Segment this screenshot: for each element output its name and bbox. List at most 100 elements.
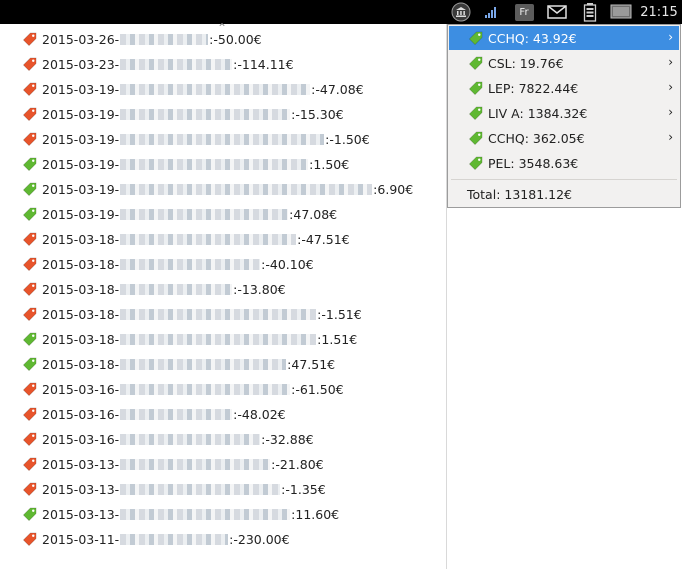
account-tag-icon (468, 31, 488, 46)
debit-tag-icon (22, 57, 42, 72)
transaction-amount: -13.80€ (237, 281, 286, 297)
account-menu-item[interactable]: LIV A: 1384.32€ › (449, 101, 679, 125)
redacted-description (120, 308, 317, 320)
transaction-item[interactable]: 2015-03-18 - : 1.51€ (22, 327, 357, 351)
account-menu-item[interactable]: CCHQ: 362.05€ › (449, 126, 679, 150)
transaction-date: 2015-03-16 (42, 431, 115, 447)
transaction-amount: -114.11€ (237, 56, 294, 72)
transaction-amount: -61.50€ (295, 381, 344, 397)
display-icon[interactable] (609, 0, 633, 24)
separator: - (114, 331, 120, 347)
debit-tag-icon (22, 457, 42, 472)
top-panel: Fr 21:15 (0, 0, 682, 24)
transaction-date: 2015-03-11 (42, 531, 115, 547)
debit-tag-icon (22, 432, 42, 447)
network-signal-icon[interactable] (481, 0, 503, 24)
redacted-description (120, 233, 297, 245)
desktop-background (447, 208, 682, 569)
credit-tag-icon (22, 332, 42, 347)
debit-tag-icon (22, 307, 42, 322)
account-label: PEL: 3548.63€ (488, 155, 579, 171)
transaction-date: 2015-03-19 (42, 156, 115, 172)
separator: - (114, 231, 120, 247)
transaction-item[interactable]: 2015-03-18 - : 47.51€ (22, 352, 335, 376)
keyboard-layout-icon[interactable]: Fr (513, 0, 535, 24)
transaction-amount: -47.08€ (315, 81, 364, 97)
transaction-item[interactable]: 2015-03-23 - : -114.11€ (22, 52, 294, 76)
separator: - (114, 306, 120, 322)
account-menu-item[interactable]: CCHQ: 43.92€ › (449, 26, 679, 50)
transaction-amount: -1.35€ (285, 481, 326, 497)
account-menu-item[interactable]: CSL: 19.76€ › (449, 51, 679, 75)
transaction-item[interactable]: 2015-03-19 - : -15.30€ (22, 102, 344, 126)
redacted-description (120, 33, 209, 45)
separator: - (114, 456, 120, 472)
transaction-amount: -21.80€ (275, 456, 324, 472)
transaction-date: 2015-03-16 (42, 381, 115, 397)
redacted-description (120, 408, 233, 420)
bank-icon[interactable] (449, 0, 473, 24)
debit-tag-icon (22, 382, 42, 397)
transaction-item[interactable]: 2015-03-19 - : 47.08€ (22, 202, 337, 226)
credit-tag-icon (22, 357, 42, 372)
transaction-item[interactable]: 2015-03-19 - : -47.08€ (22, 77, 364, 101)
redacted-description (120, 283, 233, 295)
mail-icon[interactable] (545, 0, 569, 24)
clock[interactable]: 21:15 (639, 0, 679, 24)
debit-tag-icon (22, 482, 42, 497)
transaction-amount: -50.00€ (213, 31, 262, 47)
menu-separator (451, 179, 677, 180)
transaction-item[interactable]: 2015-03-16 - : -48.02€ (22, 402, 286, 426)
transaction-item[interactable]: 2015-03-16 - : -61.50€ (22, 377, 344, 401)
transaction-item[interactable]: 2015-03-19 - : 1.50€ (22, 152, 349, 176)
transaction-item[interactable]: 2015-03-19 - : 6.90€ (22, 177, 413, 201)
keyboard-layout-label: Fr (514, 3, 534, 21)
submenu-arrow-icon: › (668, 130, 673, 144)
submenu-arrow-icon: › (668, 80, 673, 94)
redacted-description (120, 533, 229, 545)
debit-tag-icon (22, 232, 42, 247)
transaction-item[interactable]: 2015-03-18 - : -47.51€ (22, 227, 350, 251)
transaction-amount: -1.51€ (321, 306, 362, 322)
separator: - (114, 431, 120, 447)
debit-tag-icon (22, 132, 42, 147)
transactions-menu: ⌃ 2015-03-26 - : -50.00€ 2015-03-23 - : -… (0, 22, 447, 569)
transaction-item[interactable]: 2015-03-18 - : -40.10€ (22, 252, 314, 276)
separator: - (114, 481, 120, 497)
transaction-date: 2015-03-13 (42, 506, 115, 522)
separator: - (114, 181, 120, 197)
transaction-date: 2015-03-18 (42, 306, 115, 322)
transaction-date: 2015-03-19 (42, 181, 115, 197)
transaction-item[interactable]: 2015-03-13 - : -1.35€ (22, 477, 326, 501)
credit-tag-icon (22, 507, 42, 522)
debit-tag-icon (22, 532, 42, 547)
redacted-description (120, 208, 289, 220)
transaction-item[interactable]: 2015-03-13 - : -21.80€ (22, 452, 324, 476)
transaction-item[interactable]: 2015-03-13 - : 11.60€ (22, 502, 339, 526)
redacted-description (120, 433, 261, 445)
account-tag-icon (468, 131, 488, 146)
separator: - (114, 106, 120, 122)
transaction-item[interactable]: 2015-03-16 - : -32.88€ (22, 427, 314, 451)
account-tag-icon (468, 156, 488, 171)
transaction-item[interactable]: 2015-03-11 - : -230.00€ (22, 527, 290, 551)
transaction-amount: 11.60€ (295, 506, 340, 522)
separator: - (114, 506, 120, 522)
transaction-item[interactable]: 2015-03-26 - : -50.00€ (22, 27, 262, 51)
transaction-date: 2015-03-19 (42, 131, 115, 147)
account-label: LEP: 7822.44€ (488, 80, 579, 96)
account-menu-item[interactable]: PEL: 3548.63€ (449, 151, 679, 175)
separator: - (114, 156, 120, 172)
transaction-amount: -48.02€ (237, 406, 286, 422)
transaction-item[interactable]: 2015-03-18 - : -13.80€ (22, 277, 286, 301)
transaction-item[interactable]: 2015-03-18 - : -1.51€ (22, 302, 362, 326)
separator: - (114, 256, 120, 272)
transaction-amount: -40.10€ (265, 256, 314, 272)
transaction-amount: -32.88€ (265, 431, 314, 447)
transaction-amount: -47.51€ (301, 231, 350, 247)
transaction-item[interactable]: 2015-03-19 - : -1.50€ (22, 127, 370, 151)
battery-icon[interactable] (579, 0, 601, 24)
debit-tag-icon (22, 282, 42, 297)
account-label: CCHQ: 362.05€ (488, 130, 585, 146)
account-menu-item[interactable]: LEP: 7822.44€ › (449, 76, 679, 100)
